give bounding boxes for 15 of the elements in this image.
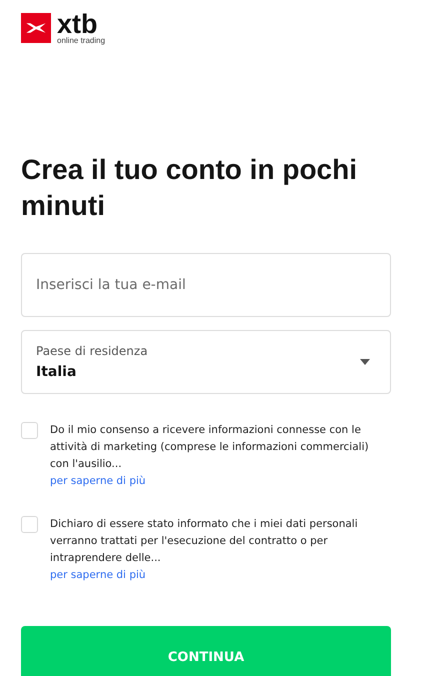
select-label: Paese di residenza [36,344,148,358]
more-link[interactable]: per saperne di più [50,473,146,490]
country-select[interactable]: Paese di residenza Italia [21,330,391,394]
logo-tagline: online trading [57,36,106,45]
consent-text: Do il mio consenso a ricevere informazioni connesse con le attività di marketing (comprese le informazioni commerciali) con l'ausilio... [50,423,370,472]
email-field[interactable]: Inserisci la tua e-mail [21,253,391,317]
more-link[interactable]: per saperne di più [50,567,146,584]
checkbox[interactable] [21,516,38,533]
page-heading: Crea il tuo conto in pochi minuti [21,153,358,223]
checkbox[interactable] [21,422,38,439]
caret-icon [360,359,370,365]
select-value: Italia [36,364,78,380]
logo-wordmark: xtb [57,13,98,35]
logo-icon [21,13,51,43]
consent-text: Dichiaro di essere stato informato che i miei dati personali verranno trattati per l'esecuzione del contratto o per intraprendere delle... [50,517,359,566]
